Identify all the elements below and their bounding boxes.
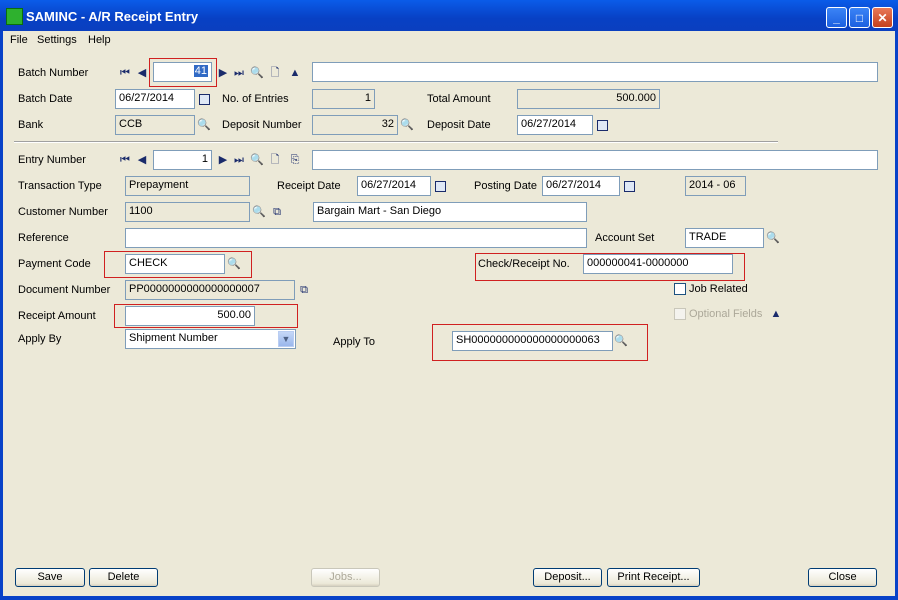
optional-fields-label: Optional Fields (689, 308, 763, 320)
apply-by-value: Shipment Number (129, 332, 218, 344)
posting-date-field[interactable]: 06/27/2014 (542, 176, 620, 196)
delete-button[interactable]: Delete (89, 568, 158, 587)
batch-date-field[interactable]: 06/27/2014 (115, 89, 195, 109)
document-zoom-icon[interactable]: ⧉ (297, 283, 311, 297)
bank-finder-icon[interactable]: 🔍 (197, 118, 211, 132)
customer-number-label: Customer Number (18, 206, 108, 218)
apply-by-select[interactable]: Shipment Number (125, 329, 296, 349)
menu-help[interactable]: Help (88, 34, 111, 46)
deposit-date-field[interactable]: 06/27/2014 (517, 115, 593, 135)
calendar-icon[interactable] (199, 94, 210, 105)
apply-to-field[interactable]: SH000000000000000000063 (452, 331, 613, 351)
last-batch-icon[interactable]: ⏭ (232, 66, 246, 80)
document-number-label: Document Number (18, 284, 111, 296)
receipt-amount-field[interactable]: 500.00 (125, 306, 255, 326)
receipt-amount-label: Receipt Amount (18, 310, 96, 322)
optional-fields-checkbox (674, 308, 686, 320)
deposit-number-field: 32 (312, 115, 398, 135)
deposit-date-label: Deposit Date (427, 119, 491, 131)
customer-zoom-icon[interactable]: ⧉ (270, 205, 284, 219)
batch-number-field[interactable]: 41 (153, 62, 212, 82)
new-batch-icon[interactable]: 🗋 (268, 66, 282, 80)
prev-entry-icon[interactable]: ◀ (135, 153, 149, 167)
menu-settings[interactable]: Settings (37, 34, 77, 46)
window-frame (0, 596, 898, 600)
print-receipt-button[interactable]: Print Receipt... (607, 568, 700, 587)
first-batch-icon[interactable]: ⏮ (118, 66, 132, 80)
job-related-label: Job Related (689, 283, 748, 295)
check-number-label: Check/Receipt No. (478, 258, 570, 270)
prev-batch-icon[interactable]: ◀ (135, 66, 149, 80)
account-set-label: Account Set (595, 232, 655, 244)
window-frame (0, 31, 3, 600)
entry-number-field[interactable]: 1 (153, 150, 212, 170)
window-title: SAMINC - A/R Receipt Entry (26, 9, 199, 24)
minimize-button[interactable]: _ (826, 7, 847, 28)
entry-description-field[interactable] (312, 150, 878, 170)
close-window-button[interactable]: ✕ (872, 7, 893, 28)
transaction-type-field: Prepayment (125, 176, 250, 196)
apply-by-label: Apply By (18, 333, 62, 345)
job-related-checkbox[interactable] (674, 283, 686, 295)
account-set-finder-icon[interactable]: 🔍 (766, 231, 780, 245)
entry-print-icon[interactable]: ⎘ (288, 153, 302, 167)
batch-number-value: 41 (193, 65, 208, 77)
chevron-down-icon[interactable]: ▼ (278, 331, 294, 347)
bank-label: Bank (18, 119, 44, 131)
entries-field: 1 (312, 89, 375, 109)
customer-name-field[interactable]: Bargain Mart - San Diego (313, 202, 587, 222)
account-set-field[interactable]: TRADE (685, 228, 764, 248)
customer-number-field: 1100 (125, 202, 250, 222)
reference-field[interactable] (125, 228, 587, 248)
total-amount-field: 500.000 (517, 89, 660, 109)
deposit-button[interactable]: Deposit... (533, 568, 602, 587)
deposit-finder-icon[interactable]: 🔍 (400, 118, 414, 132)
deposit-number-label: Deposit Number (222, 119, 302, 131)
maximize-button[interactable]: □ (849, 7, 870, 28)
app-icon (6, 8, 23, 25)
payment-code-label: Payment Code (18, 258, 91, 270)
close-button[interactable]: Close (808, 568, 877, 587)
next-entry-icon[interactable]: ▶ (216, 153, 230, 167)
section-divider (14, 141, 778, 143)
batch-collapse-icon[interactable]: ▲ (288, 66, 302, 80)
save-button[interactable]: Save (15, 568, 85, 587)
last-entry-icon[interactable]: ⏭ (232, 153, 246, 167)
posting-date-label: Posting Date (474, 180, 537, 192)
receipt-date-label: Receipt Date (277, 180, 341, 192)
document-number-field: PP0000000000000000007 (125, 280, 295, 300)
batch-description-field[interactable] (312, 62, 878, 82)
receipt-date-field[interactable]: 06/27/2014 (357, 176, 431, 196)
menu-file[interactable]: File (10, 34, 28, 46)
batch-number-label: Batch Number (18, 67, 89, 79)
optional-fields-expand-icon[interactable]: ▲ (769, 307, 783, 321)
batch-finder-icon[interactable]: 🔍 (250, 66, 264, 80)
period-field: 2014 - 06 (685, 176, 746, 196)
payment-code-finder-icon[interactable]: 🔍 (227, 257, 241, 271)
jobs-button: Jobs... (311, 568, 380, 587)
entry-finder-icon[interactable]: 🔍 (250, 153, 264, 167)
title-bar: SAMINC - A/R Receipt Entry _ □ ✕ (0, 0, 898, 31)
check-number-field[interactable]: 000000041-0000000 (583, 254, 733, 274)
apply-to-finder-icon[interactable]: 🔍 (614, 334, 628, 348)
transaction-type-label: Transaction Type (18, 180, 102, 192)
reference-label: Reference (18, 232, 69, 244)
payment-code-field[interactable]: CHECK (125, 254, 225, 274)
next-batch-icon[interactable]: ▶ (216, 66, 230, 80)
batch-date-label: Batch Date (18, 93, 73, 105)
calendar-icon[interactable] (624, 181, 635, 192)
apply-to-label: Apply To (333, 336, 375, 348)
first-entry-icon[interactable]: ⏮ (118, 153, 132, 167)
total-amount-label: Total Amount (427, 93, 491, 105)
calendar-icon[interactable] (435, 181, 446, 192)
calendar-icon[interactable] (597, 120, 608, 131)
customer-finder-icon[interactable]: 🔍 (252, 205, 266, 219)
entry-number-label: Entry Number (18, 154, 86, 166)
new-entry-icon[interactable]: 🗋 (268, 153, 282, 167)
bank-field: CCB (115, 115, 195, 135)
entries-label: No. of Entries (222, 93, 289, 105)
